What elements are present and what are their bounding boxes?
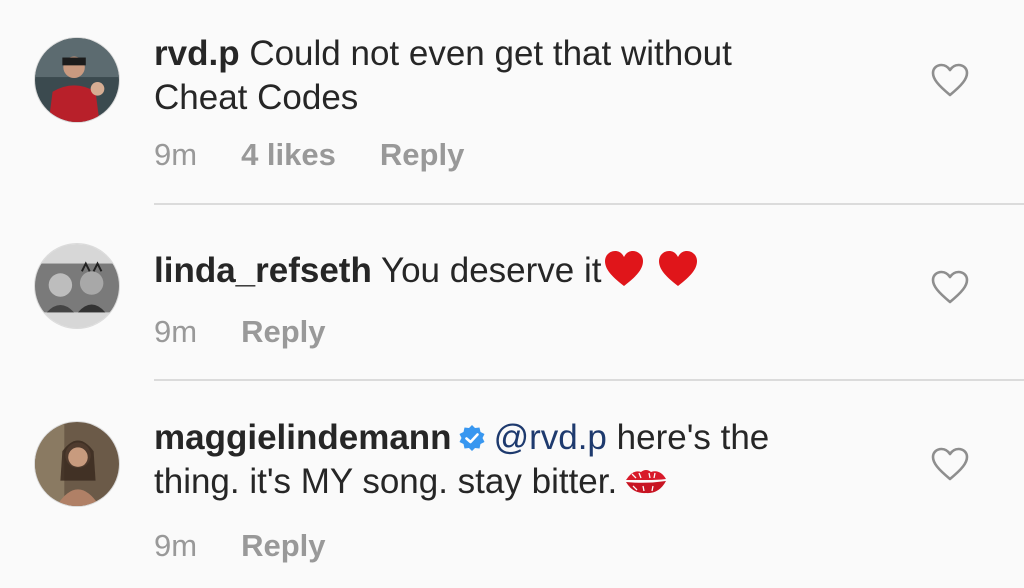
like-heart-icon[interactable] (930, 62, 970, 98)
avatar[interactable] (34, 421, 120, 507)
username[interactable]: rvd.p (154, 34, 240, 73)
comment-time: 9m (154, 528, 198, 563)
avatar-image (35, 244, 119, 328)
like-heart-icon[interactable] (930, 269, 970, 305)
reply-button[interactable]: Reply (380, 137, 464, 172)
comment-text: linda_refseth You deserve it (154, 249, 874, 293)
comment-time: 9m (154, 137, 198, 172)
red-heart-icon (605, 251, 644, 286)
verified-badge-icon (459, 425, 485, 451)
comment-meta: 9m Reply (154, 314, 370, 350)
reply-button[interactable]: Reply (241, 314, 325, 349)
comment-text-line2: Cheat Codes (154, 78, 359, 117)
comment-text: rvd.p Could not even get that without Ch… (154, 32, 874, 120)
like-heart-icon[interactable] (930, 446, 970, 482)
divider (154, 203, 1024, 205)
mention-link[interactable]: @rvd.p (494, 418, 607, 457)
comment-meta: 9m 4 likes Reply (154, 137, 508, 173)
username[interactable]: linda_refseth (154, 251, 372, 290)
divider (154, 379, 1024, 381)
comment-time: 9m (154, 314, 198, 349)
comment-text-line1: Could not even get that without (249, 34, 732, 73)
avatar[interactable] (34, 37, 120, 123)
comment-text-body: You deserve it (380, 251, 602, 290)
reply-button[interactable]: Reply (241, 528, 325, 563)
comment-text: maggielindemann @rvd.p here's the thing. … (154, 416, 874, 504)
comment-meta: 9m Reply (154, 528, 370, 564)
comment-text-line1: here's the (616, 418, 770, 457)
kiss-mark-icon (626, 470, 667, 494)
likes-count[interactable]: 4 likes (241, 137, 336, 172)
red-heart-icon (659, 251, 698, 286)
avatar-image (35, 38, 119, 122)
avatar-image (35, 422, 119, 506)
username[interactable]: maggielindemann (154, 418, 452, 457)
comment-text-line2: thing. it's MY song. stay bitter. (154, 462, 618, 501)
avatar[interactable] (34, 243, 120, 329)
